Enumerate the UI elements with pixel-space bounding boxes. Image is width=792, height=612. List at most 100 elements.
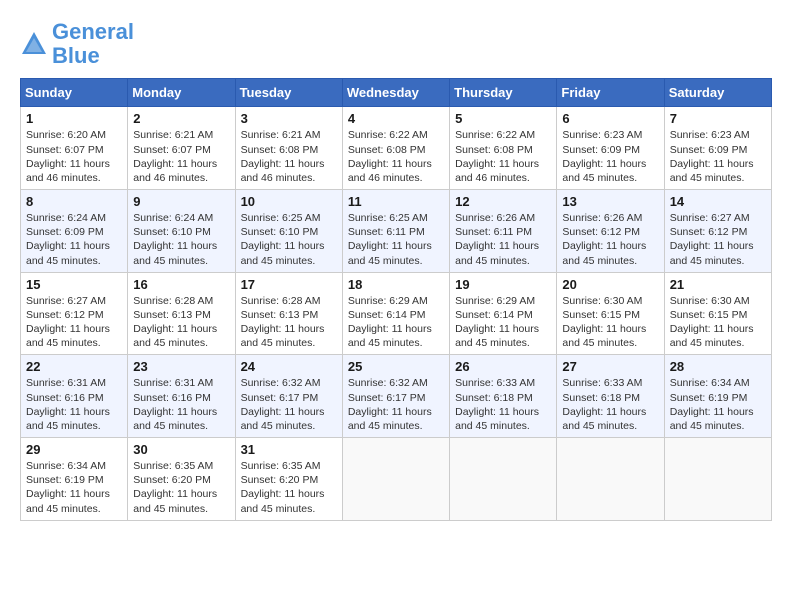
logo-general: General	[52, 19, 134, 44]
day-number: 5	[455, 111, 551, 126]
day-detail: Sunrise: 6:30 AM Sunset: 6:15 PM Dayligh…	[562, 294, 658, 351]
table-row: 7 Sunrise: 6:23 AM Sunset: 6:09 PM Dayli…	[664, 107, 771, 190]
table-row: 20 Sunrise: 6:30 AM Sunset: 6:15 PM Dayl…	[557, 272, 664, 355]
day-number: 18	[348, 277, 444, 292]
table-row: 1 Sunrise: 6:20 AM Sunset: 6:07 PM Dayli…	[21, 107, 128, 190]
day-detail: Sunrise: 6:25 AM Sunset: 6:11 PM Dayligh…	[348, 211, 444, 268]
logo-text: General Blue	[52, 20, 134, 68]
day-number: 23	[133, 359, 229, 374]
day-detail: Sunrise: 6:33 AM Sunset: 6:18 PM Dayligh…	[562, 376, 658, 433]
day-detail: Sunrise: 6:29 AM Sunset: 6:14 PM Dayligh…	[348, 294, 444, 351]
header-saturday: Saturday	[664, 79, 771, 107]
calendar-header-row: Sunday Monday Tuesday Wednesday Thursday…	[21, 79, 772, 107]
day-detail: Sunrise: 6:35 AM Sunset: 6:20 PM Dayligh…	[133, 459, 229, 516]
calendar-week-row: 22 Sunrise: 6:31 AM Sunset: 6:16 PM Dayl…	[21, 355, 772, 438]
table-row	[557, 438, 664, 521]
table-row: 17 Sunrise: 6:28 AM Sunset: 6:13 PM Dayl…	[235, 272, 342, 355]
table-row: 24 Sunrise: 6:32 AM Sunset: 6:17 PM Dayl…	[235, 355, 342, 438]
day-detail: Sunrise: 6:26 AM Sunset: 6:12 PM Dayligh…	[562, 211, 658, 268]
table-row: 11 Sunrise: 6:25 AM Sunset: 6:11 PM Dayl…	[342, 190, 449, 273]
day-detail: Sunrise: 6:27 AM Sunset: 6:12 PM Dayligh…	[670, 211, 766, 268]
header-wednesday: Wednesday	[342, 79, 449, 107]
table-row: 3 Sunrise: 6:21 AM Sunset: 6:08 PM Dayli…	[235, 107, 342, 190]
table-row: 14 Sunrise: 6:27 AM Sunset: 6:12 PM Dayl…	[664, 190, 771, 273]
day-detail: Sunrise: 6:31 AM Sunset: 6:16 PM Dayligh…	[26, 376, 122, 433]
day-detail: Sunrise: 6:28 AM Sunset: 6:13 PM Dayligh…	[241, 294, 337, 351]
table-row: 15 Sunrise: 6:27 AM Sunset: 6:12 PM Dayl…	[21, 272, 128, 355]
day-detail: Sunrise: 6:21 AM Sunset: 6:07 PM Dayligh…	[133, 128, 229, 185]
day-number: 22	[26, 359, 122, 374]
logo: General Blue	[20, 20, 134, 68]
day-number: 12	[455, 194, 551, 209]
day-number: 17	[241, 277, 337, 292]
calendar-week-row: 29 Sunrise: 6:34 AM Sunset: 6:19 PM Dayl…	[21, 438, 772, 521]
header-friday: Friday	[557, 79, 664, 107]
day-detail: Sunrise: 6:33 AM Sunset: 6:18 PM Dayligh…	[455, 376, 551, 433]
table-row: 12 Sunrise: 6:26 AM Sunset: 6:11 PM Dayl…	[450, 190, 557, 273]
header-sunday: Sunday	[21, 79, 128, 107]
table-row: 13 Sunrise: 6:26 AM Sunset: 6:12 PM Dayl…	[557, 190, 664, 273]
table-row: 29 Sunrise: 6:34 AM Sunset: 6:19 PM Dayl…	[21, 438, 128, 521]
table-row	[450, 438, 557, 521]
day-detail: Sunrise: 6:32 AM Sunset: 6:17 PM Dayligh…	[241, 376, 337, 433]
calendar-week-row: 8 Sunrise: 6:24 AM Sunset: 6:09 PM Dayli…	[21, 190, 772, 273]
day-number: 4	[348, 111, 444, 126]
day-number: 30	[133, 442, 229, 457]
table-row	[342, 438, 449, 521]
page-header: General Blue	[20, 20, 772, 68]
day-number: 27	[562, 359, 658, 374]
table-row: 19 Sunrise: 6:29 AM Sunset: 6:14 PM Dayl…	[450, 272, 557, 355]
logo-blue: Blue	[52, 43, 100, 68]
table-row: 21 Sunrise: 6:30 AM Sunset: 6:15 PM Dayl…	[664, 272, 771, 355]
day-detail: Sunrise: 6:29 AM Sunset: 6:14 PM Dayligh…	[455, 294, 551, 351]
day-number: 11	[348, 194, 444, 209]
calendar-week-row: 1 Sunrise: 6:20 AM Sunset: 6:07 PM Dayli…	[21, 107, 772, 190]
table-row: 10 Sunrise: 6:25 AM Sunset: 6:10 PM Dayl…	[235, 190, 342, 273]
table-row: 26 Sunrise: 6:33 AM Sunset: 6:18 PM Dayl…	[450, 355, 557, 438]
day-number: 14	[670, 194, 766, 209]
day-number: 20	[562, 277, 658, 292]
day-number: 7	[670, 111, 766, 126]
logo-icon	[20, 30, 48, 58]
table-row: 25 Sunrise: 6:32 AM Sunset: 6:17 PM Dayl…	[342, 355, 449, 438]
day-detail: Sunrise: 6:31 AM Sunset: 6:16 PM Dayligh…	[133, 376, 229, 433]
table-row: 2 Sunrise: 6:21 AM Sunset: 6:07 PM Dayli…	[128, 107, 235, 190]
day-number: 15	[26, 277, 122, 292]
day-number: 21	[670, 277, 766, 292]
day-detail: Sunrise: 6:23 AM Sunset: 6:09 PM Dayligh…	[562, 128, 658, 185]
day-detail: Sunrise: 6:25 AM Sunset: 6:10 PM Dayligh…	[241, 211, 337, 268]
table-row	[664, 438, 771, 521]
table-row: 9 Sunrise: 6:24 AM Sunset: 6:10 PM Dayli…	[128, 190, 235, 273]
table-row: 4 Sunrise: 6:22 AM Sunset: 6:08 PM Dayli…	[342, 107, 449, 190]
day-number: 24	[241, 359, 337, 374]
day-detail: Sunrise: 6:30 AM Sunset: 6:15 PM Dayligh…	[670, 294, 766, 351]
day-detail: Sunrise: 6:23 AM Sunset: 6:09 PM Dayligh…	[670, 128, 766, 185]
table-row: 22 Sunrise: 6:31 AM Sunset: 6:16 PM Dayl…	[21, 355, 128, 438]
day-detail: Sunrise: 6:34 AM Sunset: 6:19 PM Dayligh…	[26, 459, 122, 516]
day-number: 8	[26, 194, 122, 209]
day-detail: Sunrise: 6:22 AM Sunset: 6:08 PM Dayligh…	[455, 128, 551, 185]
table-row: 18 Sunrise: 6:29 AM Sunset: 6:14 PM Dayl…	[342, 272, 449, 355]
day-number: 1	[26, 111, 122, 126]
day-number: 28	[670, 359, 766, 374]
day-number: 16	[133, 277, 229, 292]
table-row: 6 Sunrise: 6:23 AM Sunset: 6:09 PM Dayli…	[557, 107, 664, 190]
table-row: 23 Sunrise: 6:31 AM Sunset: 6:16 PM Dayl…	[128, 355, 235, 438]
table-row: 31 Sunrise: 6:35 AM Sunset: 6:20 PM Dayl…	[235, 438, 342, 521]
table-row: 8 Sunrise: 6:24 AM Sunset: 6:09 PM Dayli…	[21, 190, 128, 273]
day-number: 31	[241, 442, 337, 457]
day-detail: Sunrise: 6:27 AM Sunset: 6:12 PM Dayligh…	[26, 294, 122, 351]
table-row: 28 Sunrise: 6:34 AM Sunset: 6:19 PM Dayl…	[664, 355, 771, 438]
table-row: 16 Sunrise: 6:28 AM Sunset: 6:13 PM Dayl…	[128, 272, 235, 355]
calendar-table: Sunday Monday Tuesday Wednesday Thursday…	[20, 78, 772, 520]
day-detail: Sunrise: 6:20 AM Sunset: 6:07 PM Dayligh…	[26, 128, 122, 185]
day-detail: Sunrise: 6:24 AM Sunset: 6:10 PM Dayligh…	[133, 211, 229, 268]
table-row: 27 Sunrise: 6:33 AM Sunset: 6:18 PM Dayl…	[557, 355, 664, 438]
table-row: 5 Sunrise: 6:22 AM Sunset: 6:08 PM Dayli…	[450, 107, 557, 190]
table-row: 30 Sunrise: 6:35 AM Sunset: 6:20 PM Dayl…	[128, 438, 235, 521]
day-number: 2	[133, 111, 229, 126]
header-monday: Monday	[128, 79, 235, 107]
day-number: 26	[455, 359, 551, 374]
day-number: 9	[133, 194, 229, 209]
day-number: 29	[26, 442, 122, 457]
